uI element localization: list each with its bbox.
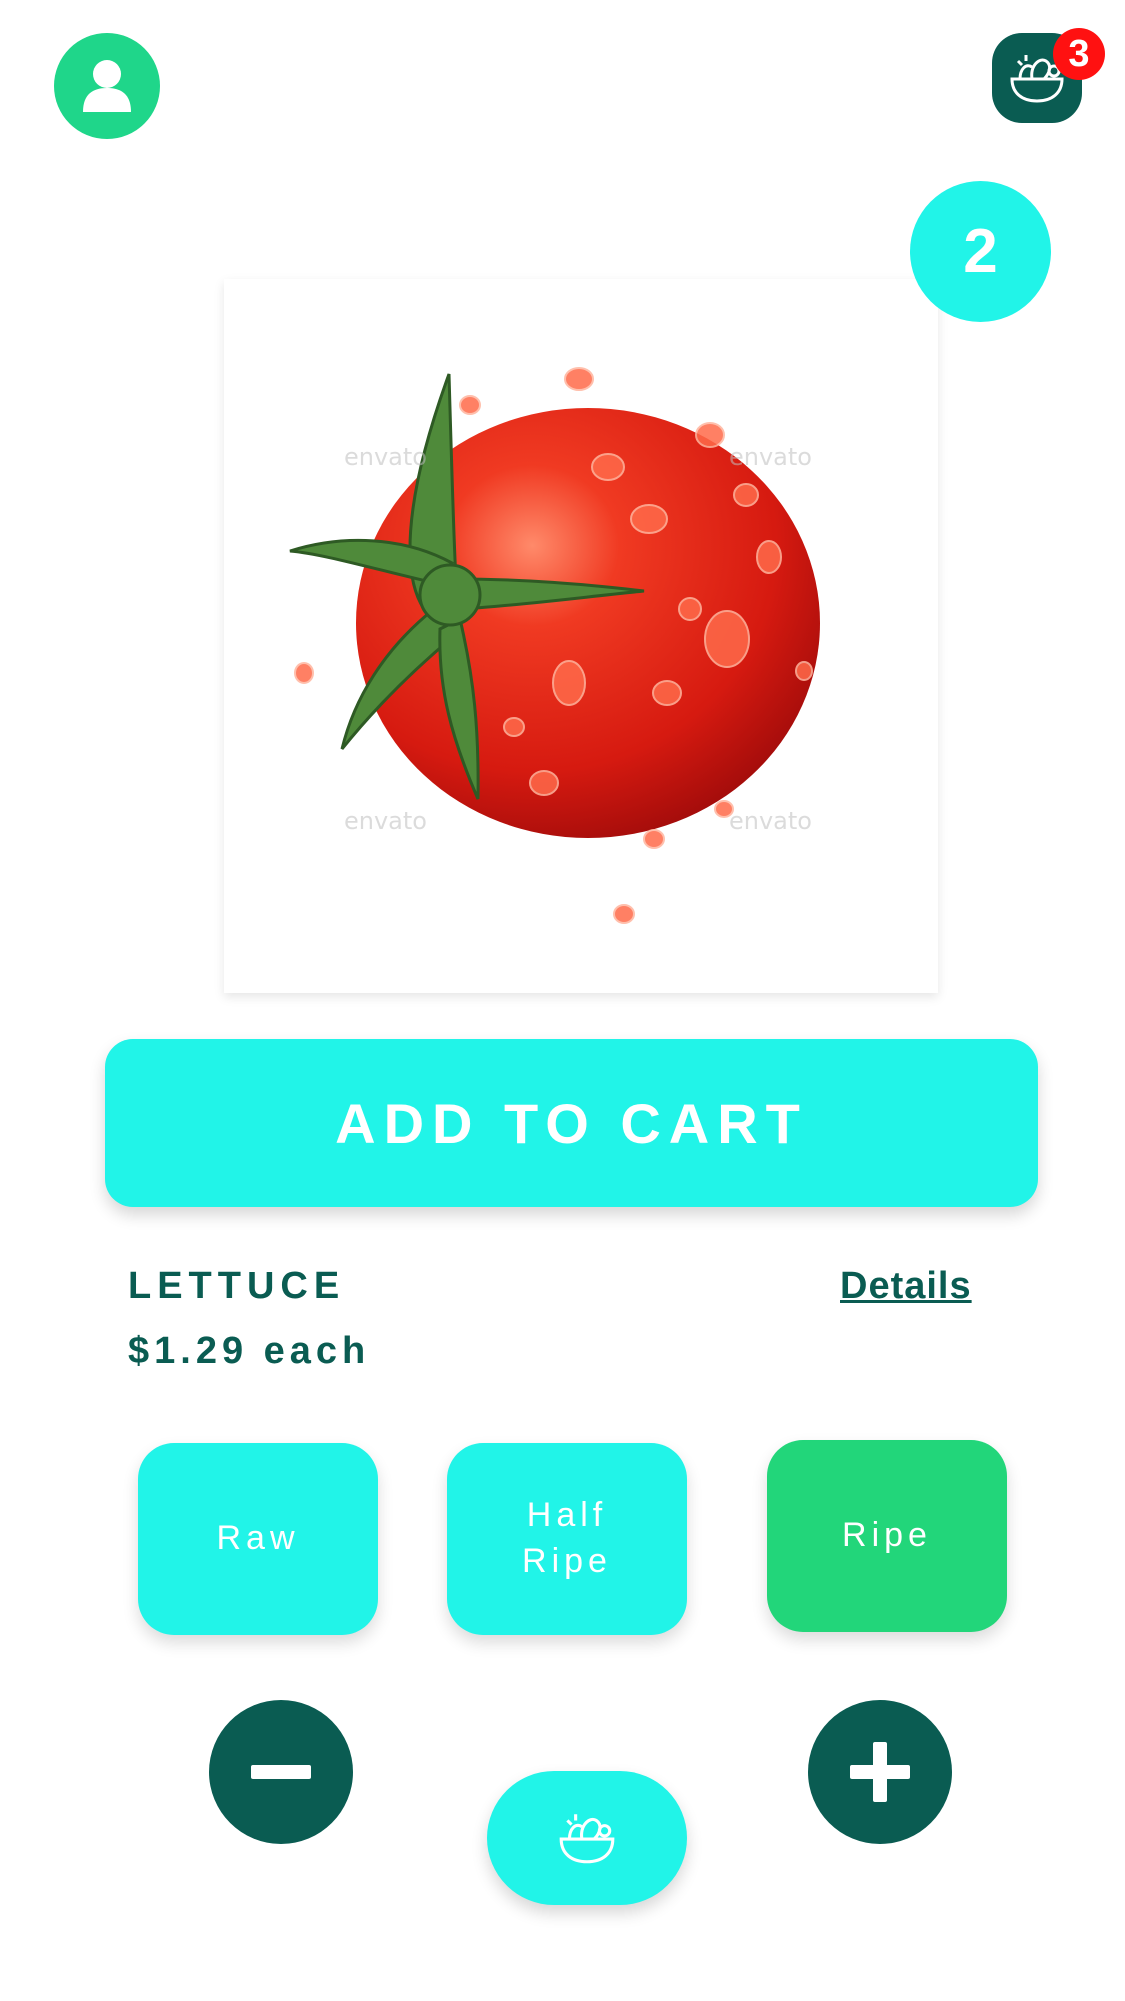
decrease-quantity-button[interactable]	[209, 1700, 353, 1844]
ripeness-option-raw[interactable]: Raw	[138, 1443, 378, 1635]
product-image: envato envato envato envato	[224, 279, 938, 993]
user-icon	[83, 60, 131, 112]
ripeness-option-ripe[interactable]: Ripe	[767, 1440, 1007, 1632]
plus-icon	[850, 1742, 910, 1802]
svg-text:envato: envato	[729, 443, 812, 471]
product-name: LETTUCE	[128, 1265, 346, 1307]
svg-text:envato: envato	[344, 807, 427, 835]
increase-quantity-button[interactable]	[808, 1700, 952, 1844]
ripeness-option-label: Raw	[216, 1519, 300, 1558]
ripeness-option-half-ripe[interactable]: Half Ripe	[447, 1443, 687, 1635]
ripeness-option-label: Half Ripe	[522, 1496, 612, 1580]
details-link[interactable]: Details	[840, 1265, 972, 1308]
cart-count-badge: 3	[1053, 28, 1105, 80]
add-to-cart-button[interactable]: ADD TO CART	[105, 1039, 1038, 1207]
product-price: $1.29 each	[128, 1330, 371, 1372]
ripeness-option-label: Ripe	[842, 1516, 932, 1555]
profile-avatar-button[interactable]	[54, 33, 160, 139]
minus-icon	[251, 1765, 311, 1779]
quantity-badge: 2	[910, 181, 1051, 322]
svg-text:envato: envato	[344, 443, 427, 471]
salad-bowl-button[interactable]	[487, 1771, 687, 1905]
svg-text:envato: envato	[729, 807, 812, 835]
salad-bowl-icon	[559, 1814, 615, 1864]
